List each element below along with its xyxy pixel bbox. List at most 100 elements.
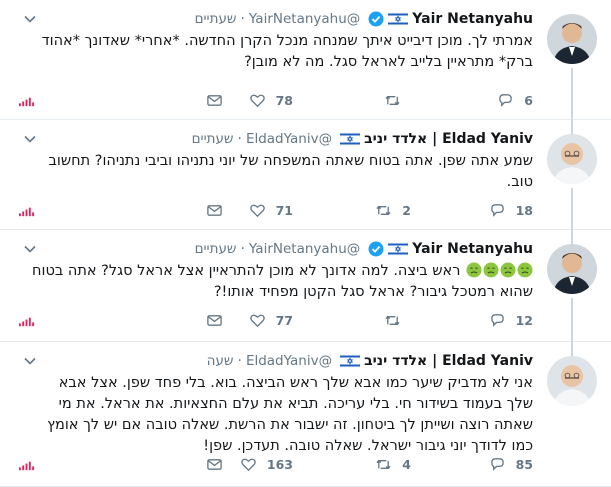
tweet-4[interactable]: Eldad Yaniv | אלדד יניב @EldadYaniv · שע… — [0, 342, 611, 487]
thread-line — [571, 230, 573, 244]
tweet-text: שמע אתה שפן. אתה בטוח שאתה המשפחה של יונ… — [48, 153, 533, 190]
tweet-time[interactable]: שעתיים — [195, 241, 237, 257]
tweet-text: אמרתי לך. מוכן דיבייט איתך שמנחה מנכל הק… — [41, 33, 533, 70]
israel-flag-icon — [388, 11, 409, 27]
israel-flag-icon — [388, 241, 409, 257]
avatar-yair[interactable] — [547, 14, 597, 64]
dm-button[interactable] — [206, 202, 223, 219]
retweet-count: 4 — [402, 457, 411, 472]
like-button[interactable]: 71 — [249, 202, 293, 219]
author-handle[interactable]: @YairNetanyahu — [249, 11, 360, 27]
retweet-icon — [376, 205, 391, 216]
reply-icon — [499, 94, 513, 107]
avatar-yair[interactable] — [547, 244, 597, 294]
like-button[interactable]: 77 — [249, 312, 293, 329]
heart-icon — [241, 458, 256, 472]
retweet-icon — [385, 315, 400, 326]
reply-icon — [490, 458, 504, 471]
tweet-text-body: ראש ביצה. למה אדונך לא מוכן להתראיין אצל… — [32, 263, 533, 300]
like-count: 71 — [275, 203, 293, 218]
nauseated-face-emoji — [517, 262, 532, 278]
chevron-down-icon[interactable] — [24, 352, 36, 365]
reply-button[interactable]: 85 — [489, 456, 533, 473]
envelope-icon — [207, 95, 222, 106]
envelope-icon — [207, 459, 222, 470]
chevron-down-icon[interactable] — [24, 130, 36, 143]
author-handle[interactable]: @EldadYaniv — [246, 353, 332, 369]
dm-button[interactable] — [206, 92, 223, 109]
chevron-down-icon[interactable] — [24, 10, 36, 23]
tweet-text: אני לא מדביק שיער כמו אבא שלך ראש הביצה.… — [47, 375, 533, 454]
tweet-time[interactable]: שעה — [207, 353, 234, 369]
retweet-icon — [376, 459, 391, 470]
thread-line — [571, 342, 573, 356]
analytics-button[interactable] — [18, 456, 35, 473]
reply-icon — [490, 204, 504, 217]
chevron-down-icon[interactable] — [24, 240, 36, 253]
verified-badge-icon — [368, 241, 384, 257]
tweet-time[interactable]: שעתיים — [192, 131, 234, 147]
reply-button[interactable]: 6 — [497, 92, 533, 109]
reply-button[interactable]: 18 — [489, 202, 533, 219]
avatar-eldad[interactable] — [547, 134, 597, 184]
author-name[interactable]: Yair Netanyahu — [412, 241, 533, 257]
israel-flag-icon — [339, 353, 361, 369]
author-handle[interactable]: @YairNetanyahu — [249, 241, 360, 257]
reply-count: 6 — [524, 93, 533, 108]
author-name[interactable]: Yair Netanyahu — [412, 11, 533, 27]
avatar-eldad[interactable] — [547, 356, 597, 406]
analytics-icon — [18, 461, 35, 471]
like-count: 78 — [275, 93, 293, 108]
emoji-group — [465, 262, 533, 279]
thread-line — [571, 120, 573, 134]
reply-count: 85 — [515, 457, 533, 472]
reply-icon — [490, 314, 504, 327]
reply-count: 12 — [515, 313, 533, 328]
like-button[interactable]: 78 — [249, 92, 293, 109]
separator-dot: · — [237, 353, 242, 369]
heart-icon — [249, 94, 265, 108]
tweet-time[interactable]: שעתיים — [195, 11, 237, 27]
heart-icon — [249, 314, 265, 328]
retweet-button[interactable] — [384, 312, 411, 329]
nauseated-face-emoji — [466, 262, 481, 278]
author-handle[interactable]: @EldadYaniv — [246, 131, 332, 147]
retweet-count: 2 — [402, 203, 411, 218]
separator-dot: · — [237, 131, 242, 147]
thread-line — [571, 188, 573, 230]
analytics-button[interactable] — [18, 202, 35, 219]
analytics-icon — [18, 97, 35, 107]
like-count: 77 — [275, 313, 293, 328]
retweet-icon — [385, 95, 400, 106]
tweet-1[interactable]: Yair Netanyahu @YairNetanyahu · שעתיים א… — [0, 0, 611, 120]
author-name[interactable]: Eldad Yaniv | אלדד יניב — [364, 353, 533, 369]
israel-flag-icon — [339, 131, 361, 147]
tweet-2[interactable]: Eldad Yaniv | אלדד יניב @EldadYaniv · שע… — [0, 120, 611, 230]
tweet-3[interactable]: Yair Netanyahu @YairNetanyahu · שעתיים ר… — [0, 230, 611, 342]
thread-line — [571, 298, 573, 342]
envelope-icon — [207, 205, 222, 216]
heart-icon — [249, 204, 265, 218]
dm-button[interactable] — [206, 312, 223, 329]
like-button[interactable]: 163 — [240, 456, 293, 473]
analytics-icon — [18, 317, 35, 327]
retweet-button[interactable]: 2 — [375, 202, 411, 219]
tweet-text: ראש ביצה. למה אדונך לא מוכן להתראיין אצל… — [28, 261, 533, 303]
verified-badge-icon — [368, 11, 384, 27]
nauseated-face-emoji — [500, 262, 515, 278]
analytics-button[interactable] — [18, 92, 35, 109]
analytics-icon — [18, 207, 35, 217]
reply-button[interactable]: 12 — [489, 312, 533, 329]
tweet-thread: Yair Netanyahu @YairNetanyahu · שעתיים א… — [0, 0, 611, 487]
analytics-button[interactable] — [18, 312, 35, 329]
retweet-button[interactable] — [384, 92, 411, 109]
envelope-icon — [207, 315, 222, 326]
like-count: 163 — [266, 457, 293, 472]
retweet-button[interactable]: 4 — [375, 456, 411, 473]
nauseated-face-emoji — [483, 262, 498, 278]
separator-dot: · — [240, 11, 245, 27]
author-name[interactable]: Eldad Yaniv | אלדד יניב — [364, 131, 533, 147]
dm-button[interactable] — [206, 456, 223, 473]
separator-dot: · — [240, 241, 245, 257]
thread-line — [571, 68, 573, 120]
